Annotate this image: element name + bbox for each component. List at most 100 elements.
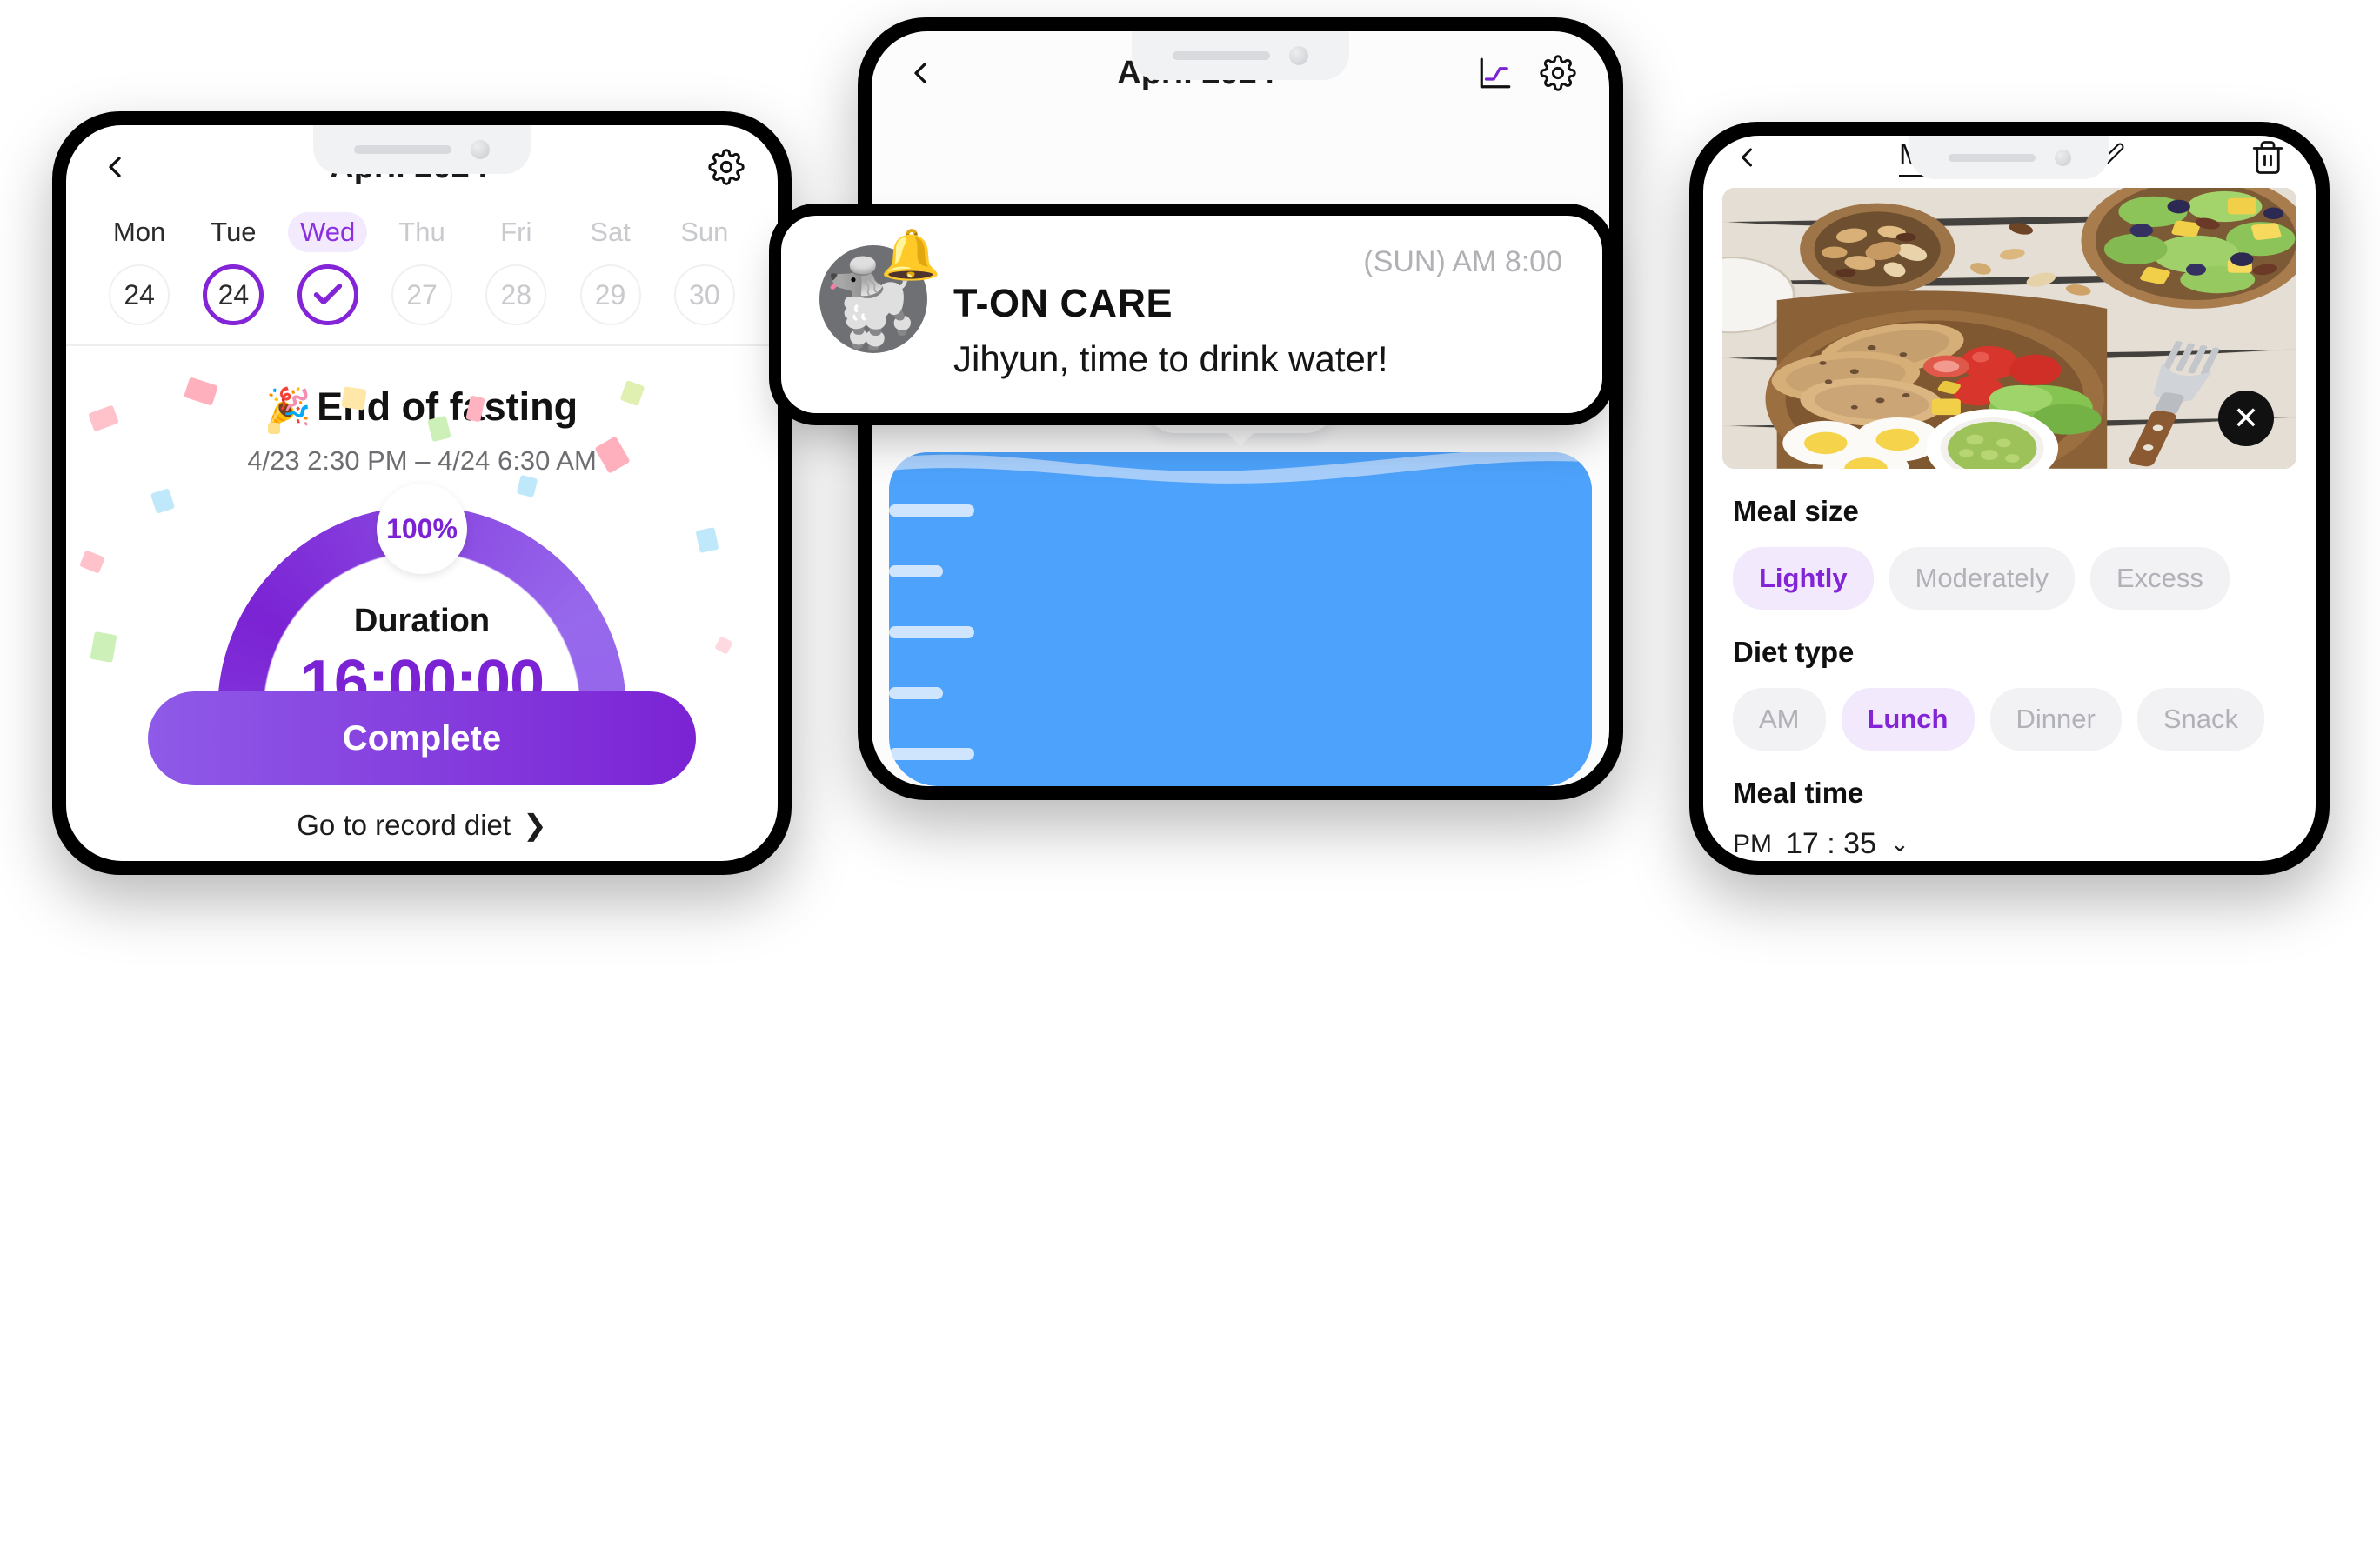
tick-mark: [889, 748, 974, 760]
trash-icon[interactable]: [2248, 137, 2288, 177]
fasting-title-group: 🎉 End of fasting: [66, 384, 778, 430]
calendar-day-cell-completed[interactable]: [297, 264, 358, 325]
dow-label: Tue: [211, 217, 257, 247]
screenshot-stage: April 2024 ▼ Mon Tue Wed Thu Fri Sat: [0, 0, 2380, 1542]
calendar-day-cell[interactable]: 27: [391, 264, 452, 325]
check-icon: [313, 284, 342, 305]
confetti-piece: [516, 474, 538, 498]
meal-size-label: Meal size: [1733, 495, 1859, 527]
back-button[interactable]: [1731, 142, 1776, 173]
week-calendar: Mon Tue Wed Thu Fri Sat Sun 24 24 27 28 …: [66, 209, 778, 344]
diet-type-option-dinner[interactable]: Dinner: [1989, 688, 2122, 751]
diet-type-option-snack[interactable]: Snack: [2136, 688, 2264, 751]
record-link-label: Go to record diet: [297, 808, 511, 841]
gear-icon[interactable]: [706, 147, 746, 187]
calendar-col: Mon: [92, 212, 186, 252]
calendar-col: Sat: [563, 212, 657, 252]
confetti-piece: [268, 423, 280, 434]
calendar-dow-row: Mon Tue Wed Thu Fri Sat Sun: [92, 212, 752, 252]
back-button[interactable]: [97, 150, 143, 184]
meal-size-option-lightly[interactable]: Lightly: [1733, 547, 1874, 610]
speaker-slot-icon: [354, 145, 451, 154]
tick-mark: [889, 504, 974, 517]
meal-time-value: 17 : 35: [1786, 827, 1876, 860]
front-camera-icon: [2054, 149, 2071, 166]
gear-icon[interactable]: [1538, 53, 1578, 93]
diet-type-label: Diet type: [1733, 636, 1855, 668]
calendar-col: 27: [375, 264, 469, 325]
calendar-col: 28: [469, 264, 563, 325]
calendar-day-cell[interactable]: 29: [579, 264, 641, 325]
speaker-slot-icon: [1948, 153, 2036, 162]
calendar-col: [281, 264, 375, 325]
confetti-piece: [695, 526, 719, 554]
push-notification-card[interactable]: 🐩 🔔 (SUN) AM 8:00 T-ON CARE Jihyun, time…: [781, 216, 1602, 413]
meal-size-chips: Lightly Moderately Excess: [1733, 547, 2286, 610]
calendar-col: Wed: [281, 212, 375, 252]
calendar-col: 29: [563, 264, 657, 325]
calendar-date-row: 24 24 27 28 29 30: [92, 264, 752, 325]
confetti-piece: [79, 550, 105, 574]
meal-size-option-moderately[interactable]: Moderately: [1889, 547, 2075, 610]
meal-time-section: Meal time PM 17 : 35 ⌄: [1703, 751, 2316, 861]
calendar-day-cell[interactable]: 24: [109, 264, 170, 325]
dow-label: Sat: [590, 217, 631, 247]
notification-title: T-ON CARE: [953, 281, 1173, 325]
close-icon[interactable]: ✕: [2218, 391, 2274, 446]
go-to-record-diet-link[interactable]: Go to record diet ❯: [66, 808, 778, 842]
calendar-col: 24: [92, 264, 186, 325]
phone3-header-actions: [2248, 137, 2288, 177]
calendar-col: 30: [658, 264, 752, 325]
chevron-right-icon: ❯: [523, 809, 547, 841]
complete-button[interactable]: Complete: [148, 691, 696, 785]
back-button[interactable]: [903, 56, 948, 90]
avatar: 🐩 🔔: [819, 227, 941, 353]
dow-label: Sun: [680, 217, 729, 247]
dow-label: Mon: [112, 217, 166, 247]
water-wave: [889, 452, 1592, 501]
front-camera-icon: [471, 140, 490, 159]
meal-time-picker[interactable]: PM 17 : 35 ⌄: [1733, 827, 2286, 861]
dow-label: Fri: [500, 217, 532, 247]
line-chart-icon[interactable]: [1475, 53, 1515, 93]
meal-time-ampm: PM: [1733, 829, 1772, 858]
speaker-slot-icon: [1173, 51, 1270, 60]
front-camera-icon: [1289, 46, 1308, 65]
calendar-day-cell-today[interactable]: 24: [203, 264, 264, 325]
chevron-down-icon: ⌄: [1889, 831, 1909, 857]
meal-photo[interactable]: ✕: [1722, 188, 2296, 469]
tick-mark: [889, 626, 974, 638]
fasting-range: 4/23 2:30 PM – 4/24 6:30 AM: [247, 445, 597, 476]
confetti-piece: [90, 631, 117, 664]
diet-type-chips: AM Lunch Dinner Snack: [1733, 688, 2286, 751]
confetti-piece: [714, 636, 733, 655]
diet-type-option-lunch[interactable]: Lunch: [1841, 688, 1975, 751]
measure-ticks: [889, 504, 985, 786]
notification-time: (SUN) AM 8:00: [1363, 245, 1562, 278]
duration-value: 16:00:00: [299, 648, 545, 691]
confetti-piece: [150, 488, 176, 514]
duration-label: Duration: [353, 603, 491, 639]
phone1-screen: April 2024 ▼ Mon Tue Wed Thu Fri Sat: [66, 125, 778, 861]
water-glass: [889, 452, 1592, 786]
phone2-header-actions: [1475, 53, 1578, 93]
dow-label-selected: Wed: [288, 212, 368, 252]
diet-type-section: Diet type AM Lunch Dinner Snack: [1703, 610, 2316, 751]
diet-type-option-am[interactable]: AM: [1733, 688, 1826, 751]
notification-body: (SUN) AM 8:00 T-ON CARE Jihyun, time to …: [953, 245, 1562, 380]
notification-message: Jihyun, time to drink water!: [953, 338, 1388, 379]
calendar-day-cell[interactable]: 28: [485, 264, 547, 325]
calendar-day-cell[interactable]: 30: [673, 264, 735, 325]
meal-time-label: Meal time: [1733, 777, 1864, 809]
notification-row: 🐩 🔔 (SUN) AM 8:00 T-ON CARE Jihyun, time…: [819, 227, 1562, 380]
calendar-col: Fri: [469, 212, 563, 252]
phone-meal-record: May 25, 2023: [1689, 122, 2330, 875]
fasting-result-panel: 🎉 End of fasting 4/23 2:30 PM – 4/24 6:3…: [66, 346, 778, 691]
meal-size-option-excess[interactable]: Excess: [2089, 547, 2230, 610]
phone1-header-actions: [706, 147, 746, 187]
tick-mark: [889, 565, 943, 577]
phone1-footer: Complete Go to record diet ❯: [66, 691, 778, 861]
phone2-notch: [1132, 31, 1349, 80]
dow-label: Thu: [398, 217, 445, 247]
tick-mark: [889, 687, 943, 699]
